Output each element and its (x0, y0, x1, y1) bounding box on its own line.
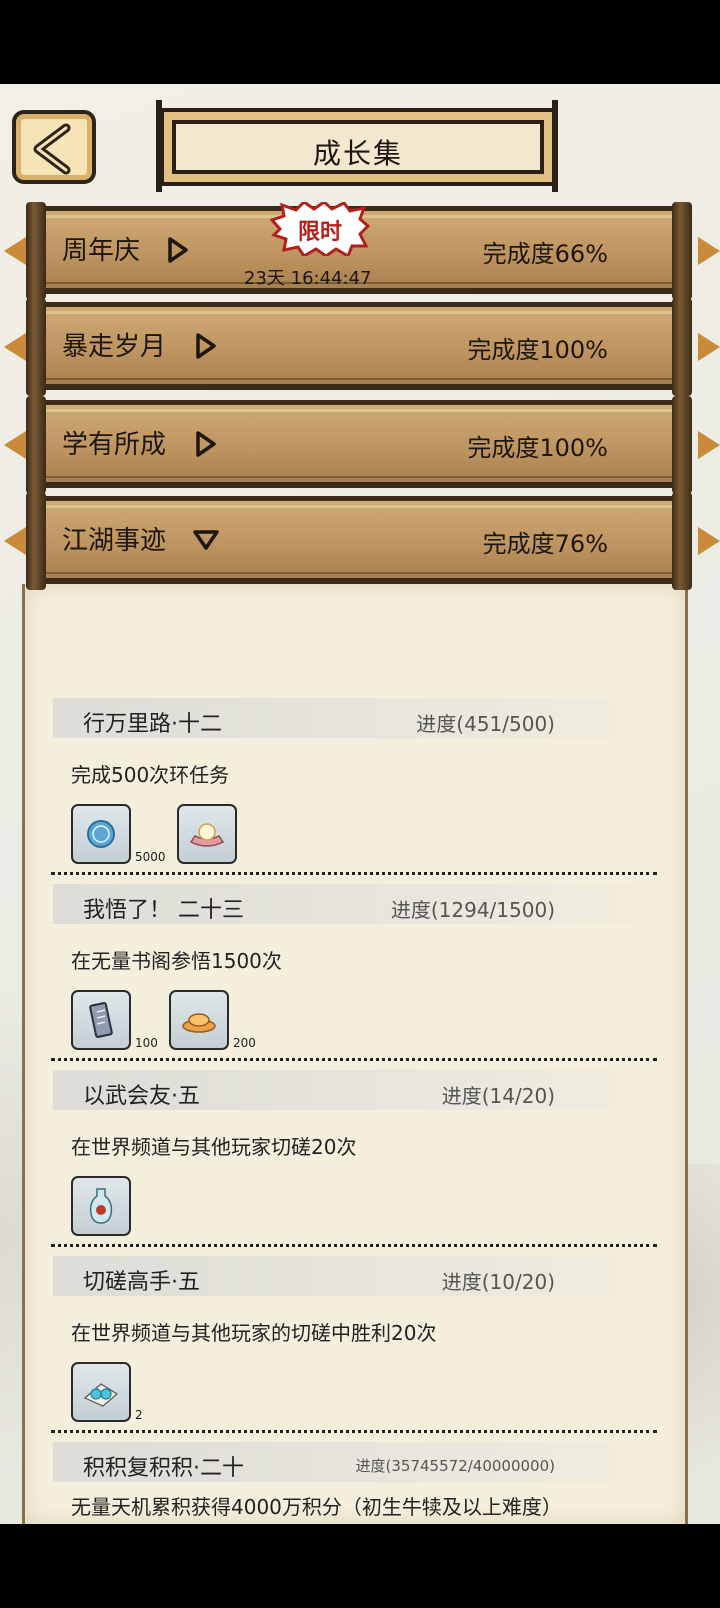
task-header: 以武会友·五 进度(14/20) (53, 1070, 673, 1110)
countdown-timer: 23天 16:44:47 (244, 268, 372, 289)
category-name: 暴走岁月 (62, 332, 167, 362)
scroll-knob (698, 527, 720, 555)
scroll-roll (26, 202, 46, 300)
category-name: 学有所成 (62, 430, 167, 460)
scroll-knob (4, 431, 26, 459)
category-row-rampage-years[interactable]: 暴走岁月 完成度100% (4, 298, 720, 396)
task-description: 在世界频道与其他玩家切磋20次 (71, 1135, 357, 1159)
gold-ingot-icon (182, 1013, 216, 1033)
category-name: 周年庆 (62, 236, 141, 266)
limited-badge-label: 限时 (297, 220, 342, 245)
category-progress: 完成度66% (482, 240, 608, 268)
scroll-knob (698, 431, 720, 459)
reward-slot[interactable] (71, 1176, 131, 1236)
growth-collection-screen: 成长集 周年庆 限时 23天 16:44:47 完成度66% 暴走岁月 完成度1… (0, 84, 720, 1524)
scroll-knob (4, 527, 26, 555)
scroll-roll (672, 492, 692, 590)
scroll-roll (672, 202, 692, 300)
chevron-right-icon (168, 237, 188, 263)
category-row-learning[interactable]: 学有所成 完成度100% (4, 396, 720, 494)
task-header: 积积复积积·二十 进度(35745572/40000000) (53, 1442, 673, 1482)
task-progress: 进度(10/20) (441, 1270, 555, 1294)
coin-icon (87, 820, 115, 848)
task-header: 行万里路·十二 进度(451/500) (53, 698, 673, 738)
task-name: 行万里路·十二 (83, 712, 222, 737)
category-row-anniversary[interactable]: 周年庆 限时 23天 16:44:47 完成度66% (4, 202, 720, 300)
scroll-roll (26, 396, 46, 494)
vase-icon (89, 1188, 113, 1224)
scroll-knob (4, 237, 26, 265)
task-panel: 行万里路·十二 进度(451/500) 完成500次环任务 5000 我悟了！ … (22, 584, 688, 1524)
category-name: 江湖事迹 (62, 526, 167, 556)
reward-count: 100 (135, 1036, 158, 1050)
reward-count: 200 (233, 1036, 256, 1050)
task-item: 我悟了！ 二十三 进度(1294/1500) 在无量书阁参悟1500次 100 (25, 874, 685, 1060)
task-name: 积积复积积·二十 (83, 1456, 244, 1481)
task-description: 完成500次环任务 (71, 763, 230, 787)
reward-slot[interactable] (71, 1362, 131, 1422)
scroll-roll (672, 298, 692, 396)
category-row-jianghu-deeds[interactable]: 江湖事迹 完成度76% (4, 492, 720, 590)
scroll-knob (4, 333, 26, 361)
task-header: 切磋高手·五 进度(10/20) (53, 1256, 673, 1296)
scroll-knob (698, 237, 720, 265)
back-button[interactable] (12, 110, 96, 184)
category-progress: 完成度76% (482, 530, 608, 558)
task-item: 行万里路·十二 进度(451/500) 完成500次环任务 5000 (25, 688, 685, 874)
reward-slot[interactable] (71, 990, 131, 1050)
task-header: 我悟了！ 二十三 进度(1294/1500) (53, 884, 673, 924)
task-item: 积积复积积·二十 进度(35745572/40000000) 无量天机累积获得4… (25, 1432, 685, 1524)
task-item: 切磋高手·五 进度(10/20) 在世界频道与其他玩家的切磋中胜利20次 2 (25, 1246, 685, 1432)
task-progress: 进度(451/500) (416, 712, 555, 736)
chevron-right-icon (196, 431, 216, 457)
scroll-roll (26, 492, 46, 590)
task-name: 以武会友·五 (83, 1084, 200, 1109)
reward-slot[interactable] (169, 990, 229, 1050)
category-progress: 完成度100% (467, 434, 608, 462)
task-item: 以武会友·五 进度(14/20) 在世界频道与其他玩家切磋20次 (25, 1060, 685, 1246)
task-description: 在无量书阁参悟1500次 (71, 949, 282, 973)
scroll-icon (89, 1002, 113, 1038)
category-progress: 完成度100% (467, 336, 608, 364)
reward-slot[interactable] (71, 804, 131, 864)
jade-beads-icon (83, 1383, 119, 1407)
task-progress: 进度(14/20) (441, 1084, 555, 1108)
page-title: 成长集 (312, 137, 403, 170)
back-arrow-icon (33, 123, 71, 175)
reward-slot[interactable] (177, 804, 237, 864)
scroll-knob (698, 333, 720, 361)
reward-count: 2 (135, 1408, 143, 1422)
chevron-down-icon (193, 530, 219, 550)
limited-time-badge: 限时 (270, 202, 370, 256)
task-progress: 进度(1294/1500) (390, 898, 555, 922)
task-name: 切磋高手·五 (83, 1270, 200, 1295)
scroll-roll (672, 396, 692, 494)
pearl-shell-icon (189, 823, 225, 847)
task-progress: 进度(35745572/40000000) (355, 1457, 555, 1475)
title-plaque: 成长集 (160, 108, 556, 186)
chevron-right-icon (196, 333, 216, 359)
scroll-roll (26, 298, 46, 396)
task-name: 我悟了！ 二十三 (83, 898, 244, 923)
reward-count: 5000 (135, 850, 166, 864)
task-description: 无量天机累积获得4000万积分（初生牛犊及以上难度） (71, 1495, 562, 1519)
task-description: 在世界频道与其他玩家的切磋中胜利20次 (71, 1321, 437, 1345)
